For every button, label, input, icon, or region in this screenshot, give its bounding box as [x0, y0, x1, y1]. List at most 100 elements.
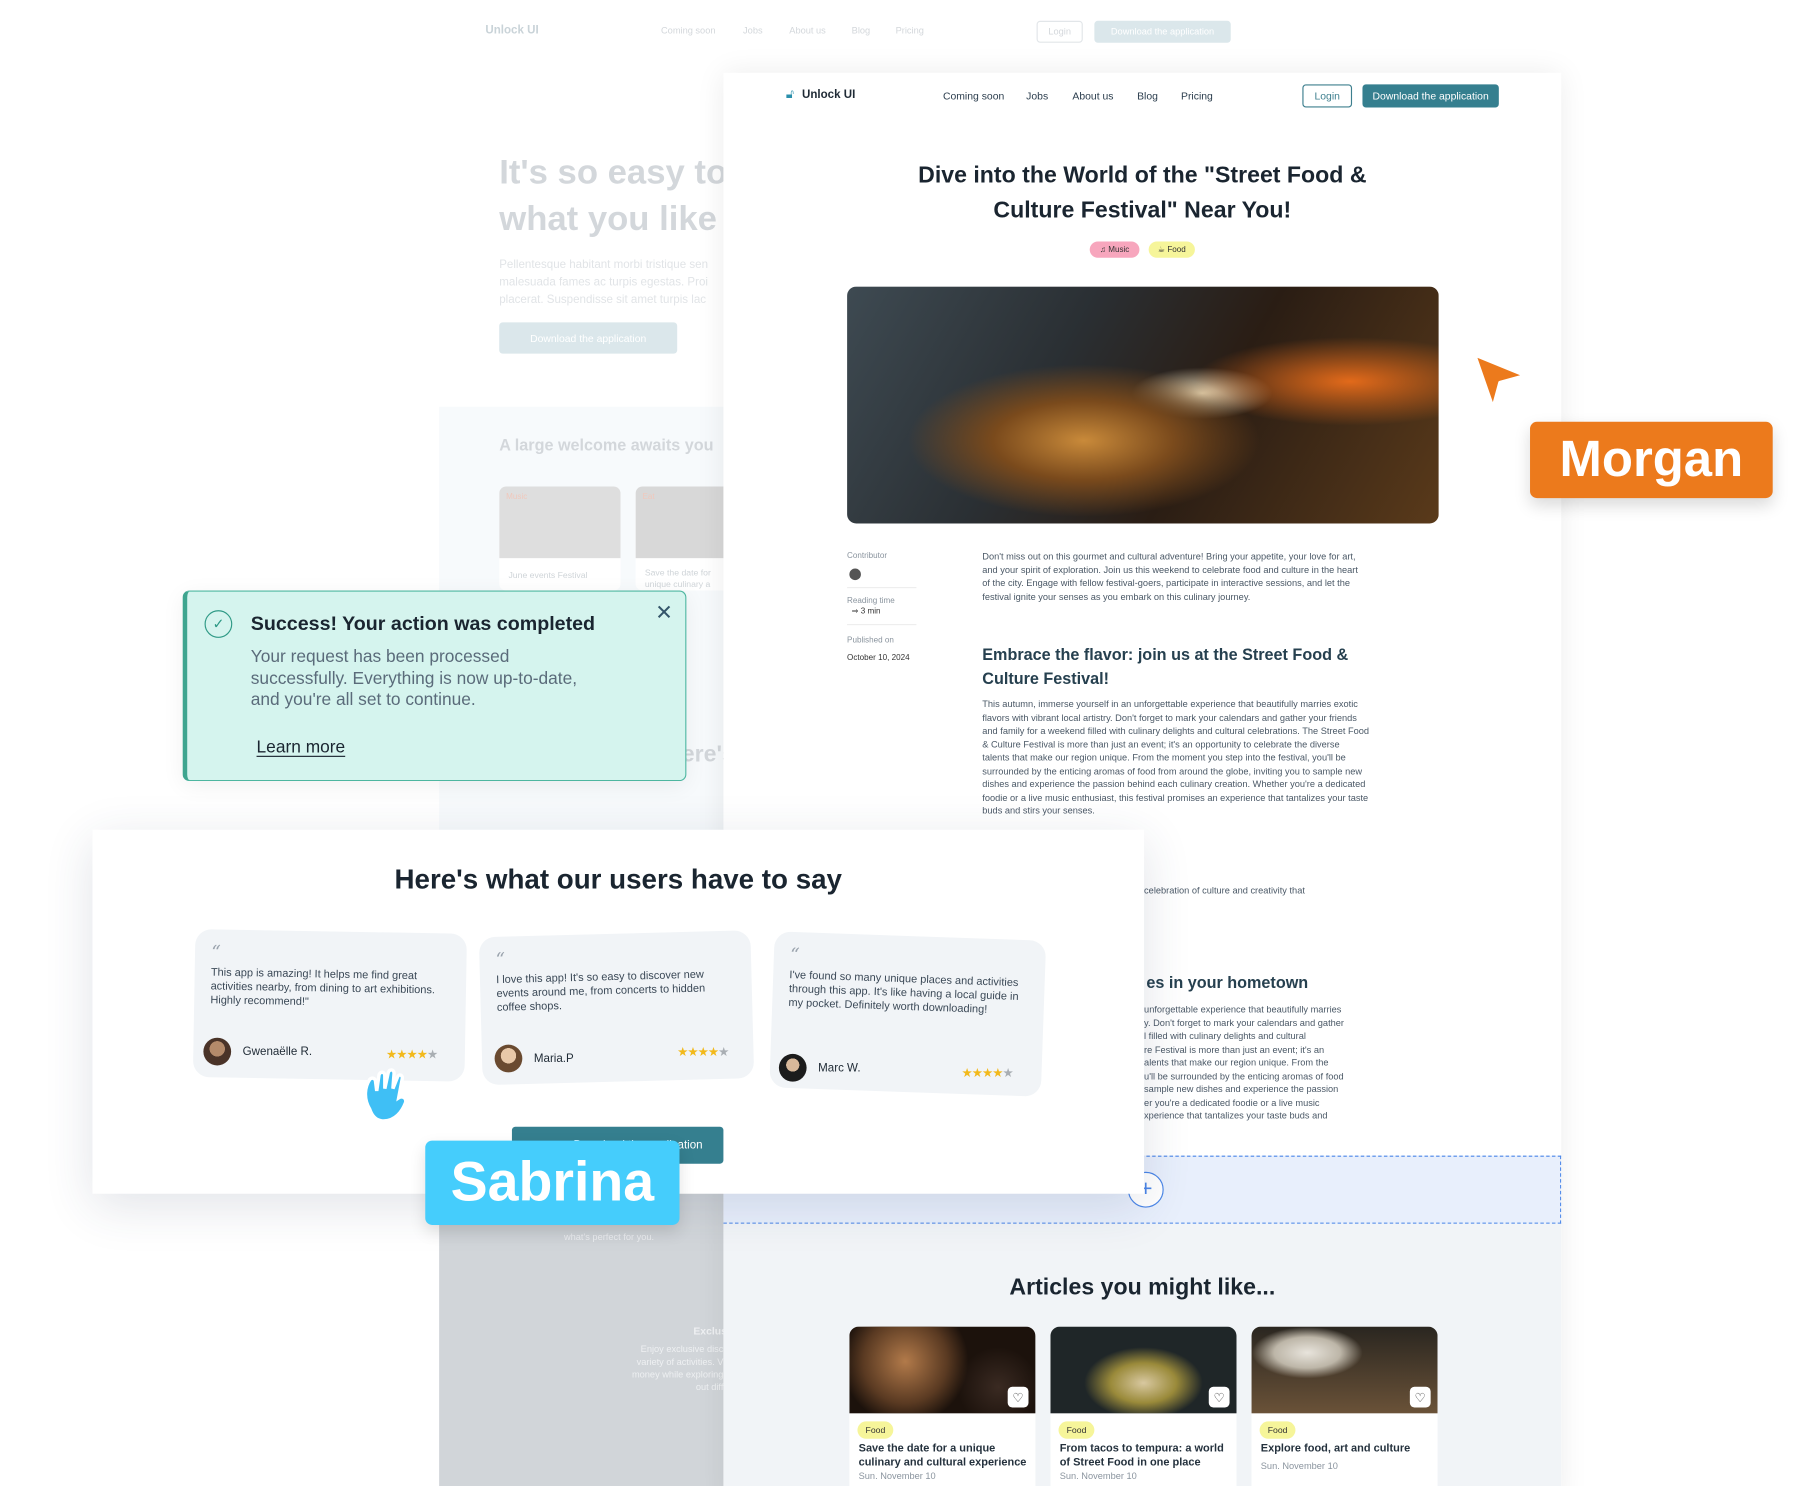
reading-icon: ⇒: [851, 607, 861, 616]
nav-pricing[interactable]: Pricing: [1181, 90, 1213, 102]
intro-text: Don't miss out on this gourmet and cultu…: [982, 551, 1358, 602]
lock-icon: 🔓︎: [785, 87, 795, 102]
toast-body: Your request has been processed successf…: [250, 647, 578, 710]
background-navbar: Unlock UI Coming soon Jobs About us Blog…: [0, 0, 1812, 64]
nav-jobs[interactable]: Jobs: [1026, 90, 1048, 102]
quote-icon: “: [211, 940, 221, 964]
toast-title: Success! Your action was completed: [250, 612, 596, 635]
success-toast: ✓ Success! Your action was completed You…: [182, 590, 687, 782]
bg-download-button[interactable]: Download the application: [1094, 20, 1231, 43]
reading-label: Reading time: [847, 586, 917, 607]
testimonial-author: Marc W.: [778, 1053, 861, 1082]
para-line: alents that make our region unique. From…: [1144, 1057, 1329, 1068]
author-name: Gwenaëlle R.: [242, 1045, 313, 1058]
article-date: Sun. November 10: [1260, 1460, 1338, 1472]
bg-login-button[interactable]: Login: [1036, 20, 1083, 43]
main-logo[interactable]: Unlock UI: [802, 89, 855, 102]
close-icon[interactable]: ✕: [655, 601, 672, 625]
published-label: Published on: [847, 624, 917, 648]
bg-nav-jobs[interactable]: Jobs: [743, 25, 763, 35]
food-icon: ☕︎: [1157, 246, 1166, 255]
tag-music[interactable]: ♫ Music: [1089, 241, 1140, 258]
testimonials-title: Here's what our users have to say: [394, 864, 842, 896]
para-line: unforgettable experience that beautifull…: [1144, 1004, 1342, 1015]
bg-nav-pricing[interactable]: Pricing: [896, 25, 924, 35]
article-image: ♡: [1050, 1326, 1237, 1414]
article-tag: Food: [1259, 1421, 1296, 1439]
article-card[interactable]: ♡ Food From tacos to tempura: a world of…: [1050, 1326, 1237, 1486]
check-circle-icon: ✓: [204, 610, 233, 638]
bg-gray-text-line: out diff: [695, 1382, 724, 1393]
testimonial-author: Gwenaëlle R.: [203, 1037, 313, 1066]
bg-gray-text-line: Enjoy exclusive disc: [640, 1343, 724, 1355]
testimonial-text: This app is amazing! It helps me find gr…: [210, 966, 436, 1009]
section-heading-1: Embrace the flavor: join us at the Stree…: [982, 644, 1349, 688]
article-title-line: Culture Festival" Near You!: [993, 197, 1292, 224]
bg-gray-text-line: variety of activities. V: [636, 1356, 724, 1368]
avatar: [778, 1053, 807, 1082]
heart-icon[interactable]: ♡: [1208, 1386, 1230, 1408]
article-card[interactable]: ♡ Food Save the date for a unique culina…: [849, 1326, 1036, 1486]
article-date: Sun. November 10: [858, 1471, 936, 1482]
articles-title: Articles you might like...: [1009, 1274, 1276, 1301]
para-line: er you're a dedicated foodie or a live m…: [1144, 1097, 1320, 1108]
author-name: Maria.P: [533, 1052, 574, 1065]
download-button[interactable]: Download the application: [1362, 84, 1499, 108]
article-title: From tacos to tempura: a world of Street…: [1059, 1442, 1224, 1469]
login-button[interactable]: Login: [1302, 84, 1353, 108]
testimonial-author: Maria.P: [494, 1044, 574, 1073]
contributor-label: Contributor: [847, 552, 888, 561]
bg-nav-blog[interactable]: Blog: [852, 25, 871, 35]
article-title-line: Dive into the World of the "Street Food …: [918, 162, 1367, 189]
contributor-avatar[interactable]: [849, 567, 861, 580]
para-line: l filled with culinary delights and cult…: [1144, 1030, 1306, 1042]
bg-card-1[interactable]: Music June events Festival: [499, 486, 621, 591]
bg-hero-title: It's so easy to what you like: [499, 150, 727, 242]
cursor-arrow-icon: [1472, 353, 1528, 410]
section-paragraph-1: This autumn, immerse yourself in an unfo…: [982, 699, 1370, 816]
learn-more-link[interactable]: Learn more: [257, 737, 346, 757]
nav-blog[interactable]: Blog: [1137, 90, 1158, 102]
bg-gray-heading: Exclus: [693, 1325, 727, 1338]
bg-hero-download-button[interactable]: Download the application: [499, 322, 678, 354]
nav-coming-soon[interactable]: Coming soon: [943, 90, 1004, 102]
reading-value: 3 min: [860, 607, 881, 616]
bg-card-tag: Eat: [642, 493, 655, 502]
hero-image: [847, 286, 1439, 524]
bg-nav-about[interactable]: About us: [789, 25, 825, 35]
article-tag: Food: [1058, 1421, 1095, 1439]
heart-icon[interactable]: ♡: [1007, 1386, 1029, 1408]
quote-icon: “: [495, 948, 506, 971]
para-line: sample new dishes and experience the pas…: [1144, 1083, 1339, 1095]
heart-icon[interactable]: ♡: [1409, 1386, 1431, 1408]
bg-hero-text-line: malesuada fames ac turpis egestas. Proi: [499, 276, 708, 289]
cursor-label-morgan: Morgan: [1530, 421, 1773, 499]
rating-stars: ★★★★★: [677, 1045, 729, 1060]
bg-gray-text: Enjoy exclusive disc variety of activiti…: [632, 1343, 723, 1394]
article-tag: Food: [857, 1421, 894, 1439]
nav-about-us[interactable]: About us: [1072, 90, 1113, 102]
bg-gray-text-line: money while exploring: [631, 1369, 724, 1380]
article-title: Save the date for a unique culinary and …: [858, 1442, 1027, 1469]
main-page: 🔓︎ Unlock UI Coming soon Jobs About us B…: [723, 72, 1562, 1486]
bg-card-tag: Music: [506, 493, 528, 502]
para-line: xperience that tantalizes your taste bud…: [1144, 1110, 1328, 1121]
tag-label: Food: [1167, 245, 1186, 254]
quote-icon: “: [789, 943, 800, 966]
bg-hero-line-1: It's so easy to: [499, 153, 728, 192]
bg-nav-coming-soon[interactable]: Coming soon: [661, 25, 715, 35]
article-card[interactable]: ♡ Food Explore food, art and culture Sun…: [1251, 1326, 1438, 1486]
bg-hero-text-line: Pellentesque habitant morbi tristique se…: [499, 258, 709, 272]
bg-hero-text-line: placerat. Suspendisse sit amet turpis la…: [499, 293, 707, 307]
avatar: [494, 1044, 523, 1073]
music-icon: ♫: [1099, 245, 1106, 254]
article-date: Sun. November 10: [1059, 1471, 1137, 1482]
article-title: Dive into the World of the "Street Food …: [723, 158, 1561, 227]
para-line: u'll be surrounded by the enticing aroma…: [1144, 1070, 1344, 1082]
main-navbar: 🔓︎ Unlock UI Coming soon Jobs About us B…: [723, 73, 1561, 119]
bg-hero-text: Pellentesque habitant morbi tristique se…: [499, 257, 708, 309]
bg-card-title: Save the date for unique culinary a: [644, 567, 711, 590]
article-image: ♡: [849, 1326, 1036, 1414]
tag-food[interactable]: ☕︎ Food: [1148, 241, 1195, 258]
testimonial-text: I love this app! It's so easy to discove…: [495, 968, 706, 1015]
